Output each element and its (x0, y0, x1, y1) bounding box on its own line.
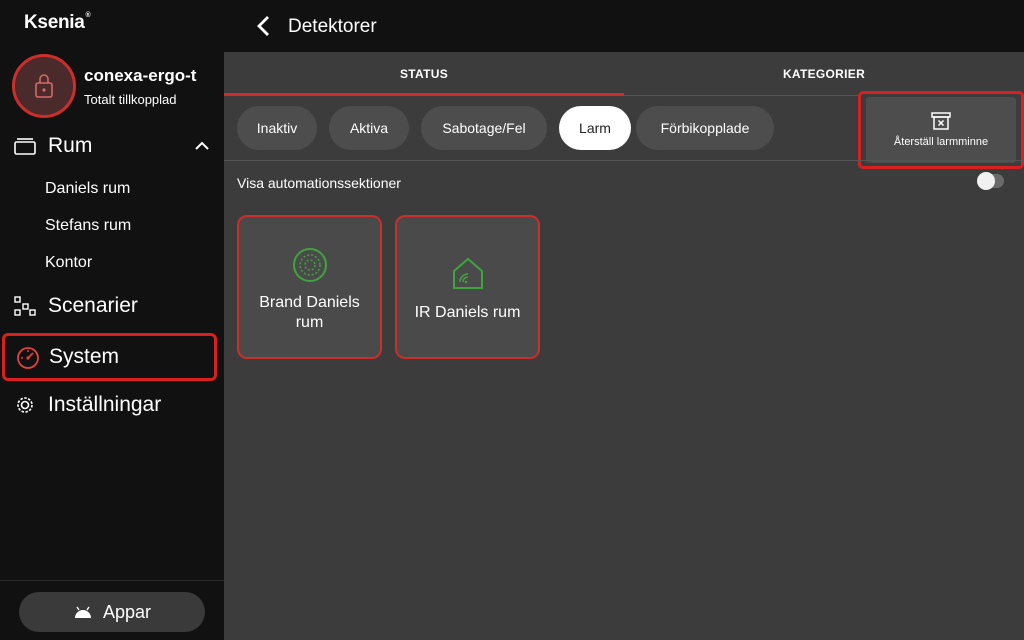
panel-name: conexa-ergo-t (84, 66, 197, 85)
tab-bar: STATUS KATEGORIER (224, 52, 1024, 96)
sidebar-divider (0, 580, 224, 581)
active-tab-indicator (224, 93, 624, 96)
toggle-knob (977, 172, 995, 190)
page-title: Detektorer (288, 16, 377, 37)
sidebar-item-label: Inställningar (48, 393, 162, 416)
panel-avatar[interactable] (12, 54, 76, 118)
android-icon (74, 606, 91, 618)
detector-card-label: IR Daniels rum (414, 304, 521, 321)
sidebar-item-label: Scenarier (48, 294, 138, 317)
sidebar-subitem-daniels-rum[interactable]: Daniels rum (45, 180, 130, 198)
chevron-up-icon[interactable] (194, 138, 210, 154)
tab-status[interactable]: STATUS (224, 52, 624, 96)
detector-card-brand-daniels-rum[interactable]: Brand Daniels rum (237, 215, 382, 359)
detector-card-ir-daniels-rum[interactable]: IR Daniels rum (395, 215, 540, 359)
sidebar-item-installningar[interactable]: Inställningar (0, 383, 224, 427)
smoke-detector-icon (292, 248, 327, 282)
filters-divider (224, 160, 1024, 161)
ksenia-logo: Ksenia® (24, 12, 91, 33)
detector-card-label: Brand Daniels rum (259, 294, 360, 331)
automation-toggle-label: Visa automationssektioner (237, 175, 401, 191)
filter-chip-inaktiv[interactable]: Inaktiv (237, 106, 317, 150)
rooms-icon (12, 133, 38, 159)
sidebar-subitem-stefans-rum[interactable]: Stefans rum (45, 217, 131, 235)
archive-clear-icon (931, 112, 951, 130)
sidebar-item-system[interactable]: System (2, 333, 217, 381)
scenarios-icon (12, 293, 38, 319)
automation-toggle[interactable] (977, 172, 1004, 190)
filter-chip-sabotage-fel[interactable]: Sabotage/Fel (421, 106, 547, 150)
filter-chip-larm[interactable]: Larm (559, 106, 631, 150)
home-wifi-icon (452, 257, 483, 289)
app-root: Ksenia® conexa-ergo-t Totalt tillkopplad… (0, 0, 1024, 640)
sidebar-item-label: System (49, 345, 120, 368)
back-arrow-icon[interactable] (254, 14, 274, 38)
speedometer-icon (15, 344, 41, 370)
gear-icon (12, 392, 38, 418)
tab-kategorier[interactable]: KATEGORIER (624, 52, 1024, 96)
reset-alarm-memory-button[interactable]: Återställ larmminne (866, 97, 1016, 163)
apps-label: Appar (102, 601, 152, 622)
sidebar-item-label: Rum (48, 134, 93, 157)
apps-button[interactable]: Appar (19, 592, 205, 632)
reset-alarm-memory-label: Återställ larmminne (893, 136, 989, 148)
sidebar-item-scenarier[interactable]: Scenarier (0, 284, 224, 328)
panel-status: Totalt tillkopplad (84, 92, 177, 107)
sidebar: Ksenia® conexa-ergo-t Totalt tillkopplad… (0, 0, 224, 640)
filter-chip-aktiva[interactable]: Aktiva (329, 106, 409, 150)
top-bar: Detektorer (224, 0, 1024, 52)
sidebar-item-rum[interactable]: Rum (0, 124, 224, 168)
filter-chip-forbikopplade[interactable]: Förbikopplade (636, 106, 774, 150)
reset-alarm-memory-highlight: Återställ larmminne (858, 91, 1024, 169)
sidebar-subitem-kontor[interactable]: Kontor (45, 254, 92, 272)
lock-icon (35, 74, 53, 98)
